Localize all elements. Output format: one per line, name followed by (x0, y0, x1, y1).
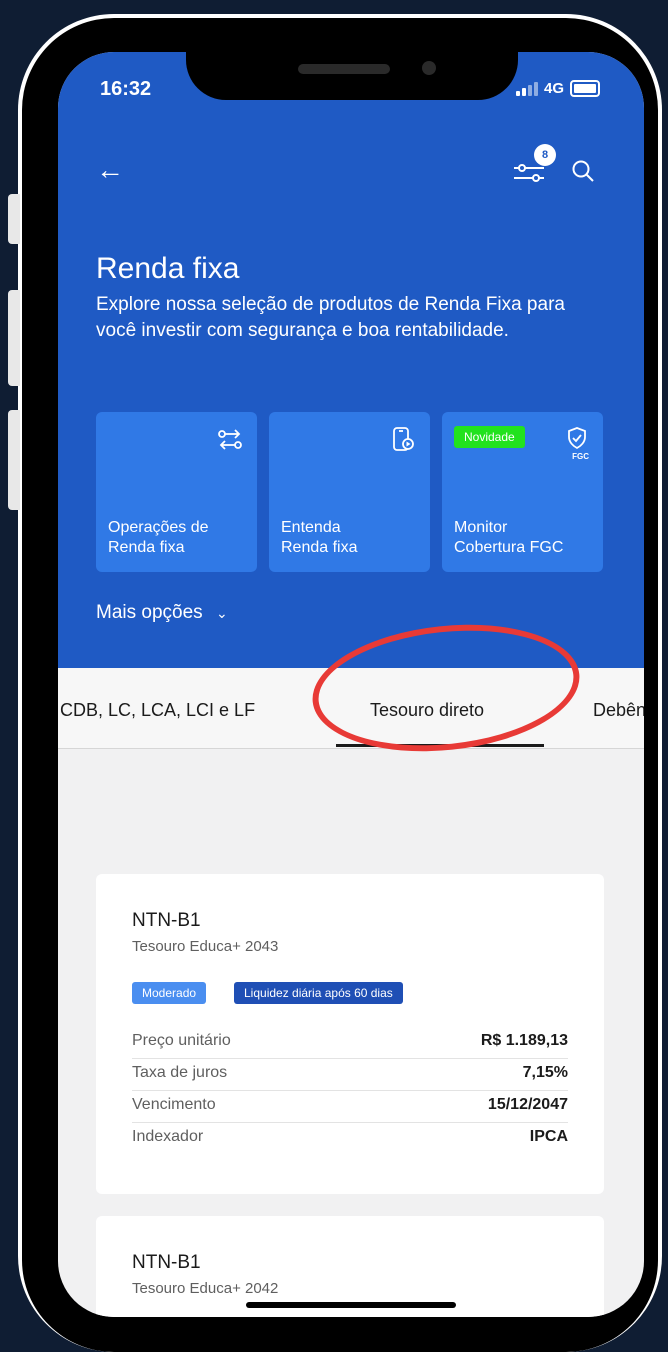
speaker (298, 64, 390, 74)
fund-title: NTN-B1 (132, 910, 201, 931)
tab-debentures[interactable]: Debên (593, 700, 644, 721)
status-icons: 4G (516, 80, 601, 97)
tab-tesouro-direto[interactable]: Tesouro direto (370, 700, 484, 721)
card-monitor-cobertura-fgc[interactable]: Novidade FGC Monitor Cobertura FGC (442, 412, 603, 572)
filter-count-badge: 8 (534, 144, 556, 166)
mute-switch (8, 194, 20, 244)
phone-notch (186, 52, 518, 100)
fund-subtitle: Tesouro Educa+ 2042 (132, 1280, 279, 1297)
signal-icon (516, 81, 538, 96)
row-indexador: Indexador IPCA (132, 1128, 568, 1145)
active-tab-indicator (336, 744, 544, 747)
tab-cdb[interactable]: CDB, LC, LCA, LCI e LF (60, 700, 255, 721)
volume-up-button (8, 290, 20, 386)
card-label: Operações de Renda fixa (108, 519, 209, 556)
battery-icon (570, 80, 601, 97)
card-entenda-renda-fixa[interactable]: Entenda Renda fixa (269, 412, 430, 572)
risk-badge: Moderado (132, 982, 207, 1004)
swap-arrows-icon (218, 429, 242, 450)
app-screen: 16:32 4G ← 8 Renda fixa Explore nossa se… (58, 52, 644, 1317)
network-label: 4G (544, 80, 565, 97)
volume-down-button (8, 410, 20, 510)
row-preco-unitario: Preço unitário R$ 1.189,13 (132, 1026, 568, 1059)
home-indicator[interactable] (246, 1302, 456, 1308)
row-vencimento: Vencimento 15/12/2047 (132, 1090, 568, 1123)
fund-card[interactable]: NTN-B1 Tesouro Educa+ 2043 Moderado Liqu… (96, 874, 604, 1194)
card-label: Monitor Cobertura FGC (454, 519, 564, 556)
phone-play-icon (393, 427, 414, 451)
row-taxa-juros: Taxa de juros 7,15% (132, 1058, 568, 1091)
page-title: Renda fixa (96, 252, 240, 285)
fund-title: NTN-B1 (132, 1252, 201, 1273)
header: 16:32 4G ← 8 Renda fixa Explore nossa se… (58, 52, 644, 668)
back-arrow-icon[interactable]: ← (96, 154, 124, 186)
camera (422, 61, 436, 75)
product-tabs: CDB, LC, LCA, LCI e LF Tesouro direto De… (58, 668, 644, 749)
fund-subtitle: Tesouro Educa+ 2043 (132, 938, 279, 955)
page-subtitle: Explore nossa seleção de produtos de Ren… (96, 294, 565, 341)
fgc-caption: FGC (572, 452, 589, 461)
more-options-label: Mais opções (96, 602, 203, 623)
new-badge: Novidade (454, 426, 525, 448)
chevron-down-icon: ⌄ (215, 605, 228, 621)
card-operacoes-renda-fixa[interactable]: Operações de Renda fixa (96, 412, 257, 572)
search-icon[interactable] (570, 158, 596, 184)
liquidity-badge: Liquidez diária após 60 dias (234, 982, 403, 1004)
shield-check-icon (568, 427, 586, 450)
more-options-button[interactable]: Mais opções ⌄ (96, 602, 228, 624)
status-time: 16:32 (100, 78, 152, 100)
card-label: Entenda Renda fixa (281, 519, 358, 556)
